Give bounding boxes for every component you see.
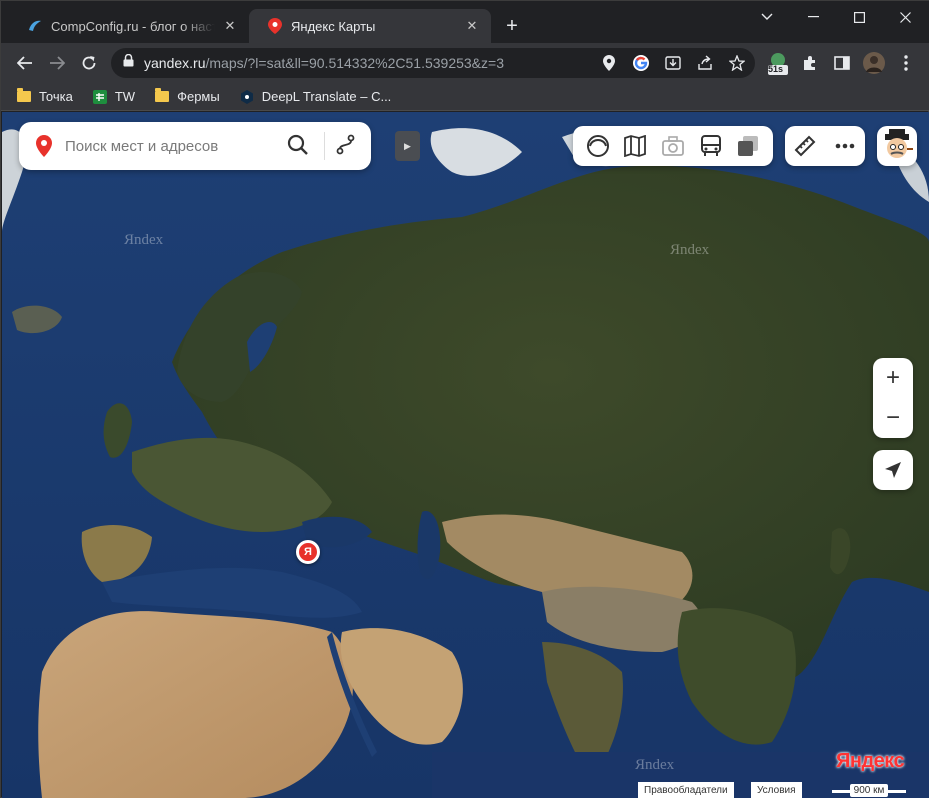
deepl-icon	[240, 89, 254, 104]
close-window-button[interactable]	[882, 1, 928, 33]
forward-arrow-icon[interactable]	[42, 48, 72, 78]
scale-bar: 900 км	[832, 782, 906, 798]
panorama-icon[interactable]	[584, 132, 612, 160]
tab-close-icon[interactable]: ✕	[463, 17, 481, 35]
sheets-icon	[92, 89, 107, 104]
bookmark-label: Фермы	[177, 89, 220, 104]
side-panel-icon[interactable]	[830, 51, 854, 75]
transit-bus-icon[interactable]	[697, 132, 725, 160]
map-viewport[interactable]: Яndex Яndex Яndex ▶	[2, 112, 929, 798]
reload-icon[interactable]	[74, 48, 104, 78]
tab-title: Яндекс Карты	[291, 18, 376, 34]
yandex-logo[interactable]: Яндекс	[836, 750, 905, 773]
url-path: /maps/?l=sat&ll=90.514332%2C51.539253&z=…	[205, 55, 504, 71]
yandex-maps-pin-icon	[267, 18, 283, 34]
sidebar-toggle-button[interactable]: ▶	[395, 131, 420, 161]
zoom-in-button[interactable]: +	[873, 358, 913, 398]
install-app-icon[interactable]	[663, 53, 683, 73]
zoom-control: + −	[873, 358, 913, 438]
map-marker[interactable]: Я	[296, 540, 320, 564]
extension-timer-icon[interactable]: 51s	[766, 51, 790, 75]
url-text: yandex.ru/maps/?l=sat&ll=90.514332%2C51.…	[144, 55, 504, 71]
map-search-box	[19, 122, 371, 170]
tab-yandex-maps[interactable]: Яндекс Карты ✕	[249, 9, 491, 43]
bookmark-label: TW	[114, 89, 136, 104]
route-icon[interactable]	[335, 134, 359, 158]
user-avatar	[885, 129, 913, 158]
folder-icon	[17, 88, 31, 104]
bookmark-label: DeepL Translate – C...	[261, 89, 392, 104]
bookmarks-bar: Точка TW Фермы DeepL Translate – C...	[1, 83, 929, 111]
scale-label: 900 км	[849, 783, 889, 797]
browser-window: CompConfig.ru - блог о настрой ✕ Яндекс …	[0, 0, 929, 798]
tab-compconfig[interactable]: CompConfig.ru - блог о настрой ✕	[9, 9, 249, 43]
tab-close-icon[interactable]: ✕	[221, 17, 239, 35]
satellite-map-image	[2, 112, 929, 798]
profile-avatar[interactable]	[862, 51, 886, 75]
folder-icon	[155, 88, 170, 104]
my-location-button[interactable]	[873, 450, 913, 490]
search-input[interactable]	[65, 137, 270, 155]
bookmark-deepl[interactable]: DeepL Translate – C...	[240, 89, 392, 104]
extension-badge: 51s	[768, 64, 784, 74]
map-watermark: Яndex	[124, 232, 164, 248]
extensions-puzzle-icon[interactable]	[798, 51, 822, 75]
url-host: yandex.ru	[144, 55, 206, 71]
share-icon[interactable]	[695, 53, 715, 73]
more-menu-icon[interactable]	[831, 132, 859, 160]
map-tools-panel	[785, 126, 865, 166]
bookmark-label: Точка	[39, 89, 73, 104]
yandex-pin-icon	[33, 135, 55, 157]
minimize-button[interactable]	[790, 1, 836, 33]
google-lens-icon[interactable]	[631, 53, 651, 73]
maximize-button[interactable]	[836, 1, 882, 33]
browser-toolbar: yandex.ru/maps/?l=sat&ll=90.514332%2C51.…	[1, 43, 929, 83]
bookmark-star-icon[interactable]	[727, 53, 747, 73]
lock-icon[interactable]	[123, 53, 134, 72]
search-icon[interactable]	[287, 134, 311, 158]
compconfig-favicon-icon	[27, 18, 43, 34]
photo-camera-icon[interactable]	[659, 132, 687, 160]
layers-stack-icon[interactable]	[734, 132, 762, 160]
bookmark-fermy[interactable]: Фермы	[155, 88, 220, 104]
new-tab-button[interactable]: +	[501, 15, 523, 37]
map-watermark: Яndex	[670, 242, 710, 258]
zoom-out-button[interactable]: −	[873, 398, 913, 438]
user-avatar-button[interactable]	[877, 126, 917, 166]
map-watermark: Яndex	[635, 757, 675, 773]
tab-title: CompConfig.ru - блог о настрой	[51, 18, 215, 34]
location-pin-icon[interactable]	[599, 53, 619, 73]
terms-link[interactable]: Условия	[751, 782, 802, 798]
navigation-arrow-icon	[885, 462, 901, 478]
map-book-icon[interactable]	[621, 132, 649, 160]
bookmark-tochka[interactable]: Точка	[17, 88, 73, 104]
tab-strip: CompConfig.ru - блог о настрой ✕ Яндекс …	[1, 1, 929, 43]
bookmark-tw[interactable]: TW	[92, 89, 136, 104]
back-arrow-icon[interactable]	[10, 48, 40, 78]
map-layers-panel	[573, 126, 773, 166]
address-bar[interactable]: yandex.ru/maps/?l=sat&ll=90.514332%2C51.…	[111, 48, 755, 78]
rights-holders-link[interactable]: Правообладатели	[638, 782, 734, 798]
tab-search-chevron-icon[interactable]	[744, 1, 790, 33]
ruler-icon[interactable]	[791, 132, 819, 160]
search-divider	[324, 132, 325, 160]
browser-menu-icon[interactable]	[894, 51, 918, 75]
